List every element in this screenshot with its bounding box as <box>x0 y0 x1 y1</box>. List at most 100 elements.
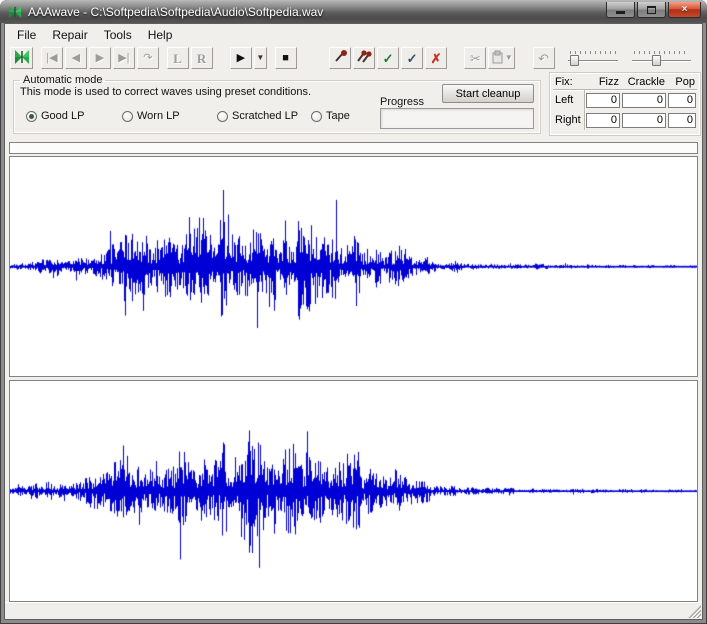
window-title: AAAwave - C:\Softpedia\Softpedia\Audio\S… <box>28 4 324 19</box>
fix-col-pop: Pop <box>667 75 697 90</box>
radio-scratched-lp[interactable]: Scratched LP <box>217 110 298 122</box>
menu-bar: File Repair Tools Help <box>5 24 702 45</box>
waveform-panel-right-channel <box>9 380 698 602</box>
left-crackle-field[interactable]: 0 <box>622 92 666 108</box>
go-end-icon: ▶| <box>118 51 130 64</box>
replay-icon: ↷ <box>143 51 153 64</box>
step-back-button[interactable]: ◀ <box>64 47 87 69</box>
right-fizz-field[interactable]: 0 <box>586 112 620 128</box>
cut-button[interactable]: ✂ <box>464 47 487 69</box>
fix-row-right-label: Right <box>553 110 585 130</box>
clipboard-icon <box>491 50 504 67</box>
fix-panel: Fix: Fizz Crackle Pop Left 0 0 0 Right 0… <box>549 72 701 136</box>
paste-dropdown-button[interactable]: ▼ <box>488 47 516 69</box>
slider-ticks <box>633 51 690 54</box>
waveform-left-channel[interactable] <box>10 157 697 376</box>
apply-fix-button[interactable]: ✓ <box>377 47 400 69</box>
undo-arrow-icon: ↶ <box>538 50 550 66</box>
step-forward-icon: ▶ <box>95 51 105 64</box>
minimize-icon <box>616 10 625 14</box>
replay-button[interactable]: ↷ <box>136 47 159 69</box>
slider-thumb[interactable] <box>570 55 580 66</box>
undo-button[interactable]: ↶ <box>532 47 555 69</box>
chevron-down-icon: ▼ <box>504 53 513 62</box>
client-area: File Repair Tools Help |◀ ◀ ▶ ▶| ↷ L R ▶… <box>4 23 703 620</box>
volume-slider[interactable] <box>631 49 692 67</box>
radio-label: Tape <box>326 110 350 122</box>
radio-good-lp[interactable]: Good LP <box>26 110 84 122</box>
radio-button-icon <box>311 110 322 122</box>
chevron-down-icon: ▼ <box>256 53 265 62</box>
menu-item-repair[interactable]: Repair <box>44 26 95 44</box>
play-icon: ▶ <box>236 51 246 64</box>
slider-track <box>631 60 692 62</box>
stop-button[interactable]: ■ <box>274 47 297 69</box>
verify-fix-button[interactable]: ✓ <box>401 47 424 69</box>
fix-grid: Fix: Fizz Crackle Pop Left 0 0 0 Right 0… <box>553 75 697 130</box>
status-bar <box>5 602 702 619</box>
radio-button-icon <box>217 110 228 122</box>
go-start-button[interactable]: |◀ <box>40 47 63 69</box>
maximize-icon <box>647 5 656 14</box>
radio-label: Good LP <box>41 110 85 122</box>
remove-marks-button[interactable]: ✗ <box>425 47 448 69</box>
resize-grip[interactable] <box>688 605 701 618</box>
right-crackle-field[interactable]: 0 <box>622 112 666 128</box>
step-forward-button[interactable]: ▶ <box>88 47 111 69</box>
window-app-icon <box>7 5 23 19</box>
left-pop-field[interactable]: 0 <box>668 92 696 108</box>
left-channel-label: L <box>173 50 182 66</box>
zoom-slider[interactable] <box>568 49 618 67</box>
play-button[interactable]: ▶ <box>229 47 252 69</box>
menu-item-tools[interactable]: Tools <box>96 26 140 44</box>
scissors-icon: ✂ <box>469 50 481 66</box>
toolbar: |◀ ◀ ▶ ▶| ↷ L R ▶ ▼ ■ ✓ ✓ ✗ ✂ ▼ ↶ <box>5 45 702 72</box>
minimize-button[interactable] <box>606 2 635 18</box>
left-fizz-field[interactable]: 0 <box>586 92 620 108</box>
waveform-right-channel[interactable] <box>10 381 697 601</box>
slider-ticks <box>570 51 616 54</box>
double-pop-marker-icon <box>356 49 372 67</box>
left-channel-button[interactable]: L <box>166 47 189 69</box>
go-start-icon: |◀ <box>46 51 58 64</box>
start-cleanup-button[interactable]: Start cleanup <box>442 84 534 103</box>
progress-bar <box>380 108 534 129</box>
timeline-ruler[interactable] <box>9 142 698 154</box>
automatic-mode-group: Automatic mode This mode is used to corr… <box>13 74 541 134</box>
go-end-button[interactable]: ▶| <box>112 47 135 69</box>
title-bar[interactable]: AAAwave - C:\Softpedia\Softpedia\Audio\S… <box>0 0 707 23</box>
check-icon: ✓ <box>382 50 394 66</box>
close-button[interactable]: × <box>668 2 701 18</box>
slider-thumb[interactable] <box>651 55 661 66</box>
mode-description: This mode is used to correct waves using… <box>20 86 312 98</box>
mark-pop-button[interactable] <box>329 47 352 69</box>
menu-item-file[interactable]: File <box>9 26 44 44</box>
right-pop-field[interactable]: 0 <box>668 112 696 128</box>
fix-row-left-label: Left <box>553 90 585 110</box>
automatic-mode-legend: Automatic mode <box>23 74 103 86</box>
play-options-dropdown[interactable]: ▼ <box>253 47 267 69</box>
check-pen-icon: ✓ <box>406 50 418 66</box>
app-logo-button[interactable] <box>10 47 34 69</box>
close-icon: × <box>681 3 688 15</box>
menu-item-help[interactable]: Help <box>140 26 181 44</box>
radio-tape[interactable]: Tape <box>311 110 350 122</box>
red-x-icon: ✗ <box>430 50 442 66</box>
radio-label: Worn LP <box>137 110 180 122</box>
fix-col-fizz: Fizz <box>585 75 621 90</box>
fix-title: Fix: <box>553 75 585 90</box>
mark-multiple-pops-button[interactable] <box>353 47 376 69</box>
waveform-panel-left-channel <box>9 156 698 377</box>
butterfly-icon <box>13 49 31 68</box>
radio-button-icon <box>122 110 133 122</box>
pop-marker-icon <box>333 49 348 67</box>
radio-button-icon <box>26 110 37 122</box>
stop-icon: ■ <box>282 51 289 64</box>
fix-col-crackle: Crackle <box>621 75 667 90</box>
right-channel-label: R <box>196 50 207 66</box>
radio-worn-lp[interactable]: Worn LP <box>122 110 180 122</box>
caption-buttons: × <box>606 2 701 18</box>
maximize-button[interactable] <box>637 2 666 18</box>
radio-label: Scratched LP <box>232 110 299 122</box>
right-channel-button[interactable]: R <box>190 47 213 69</box>
